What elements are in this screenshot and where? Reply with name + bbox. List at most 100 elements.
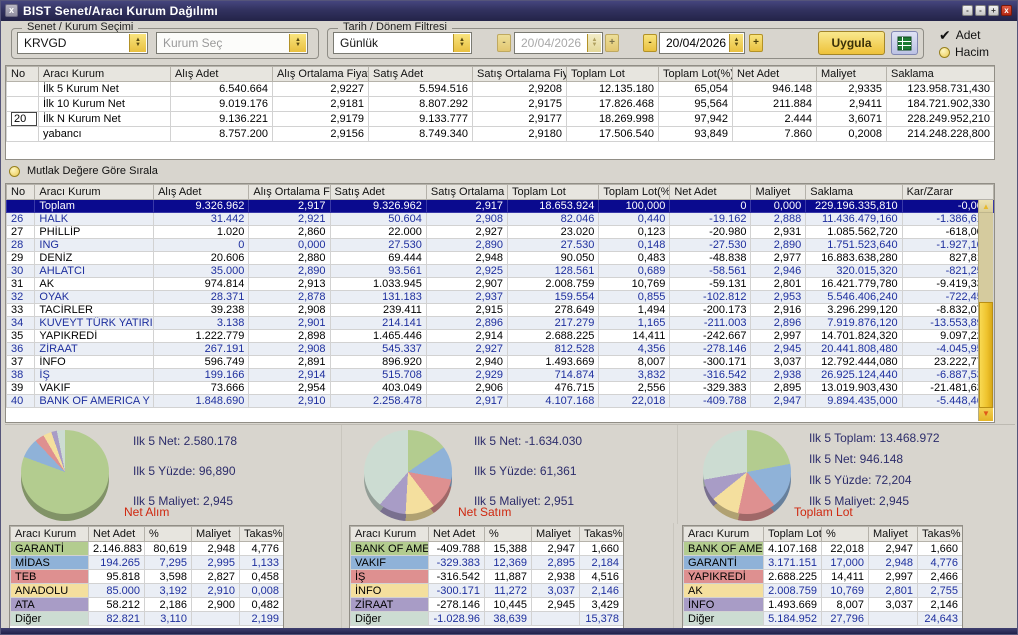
chevron-updown-icon[interactable]: ▲ ▼ (453, 34, 470, 52)
column-header[interactable]: Satış Adet (329, 184, 427, 200)
hacim-option[interactable]: Hacim (939, 45, 989, 59)
scroll-up-icon[interactable]: ▲ (979, 200, 993, 213)
column-header[interactable]: No (6, 66, 39, 82)
excel-export-button[interactable] (891, 31, 918, 55)
table-row[interactable]: 28 ING 0 0,000 27.530 2,890 27.530 0,148 -27.530… (6, 238, 994, 252)
cell (531, 611, 580, 626)
table-row[interactable]: yabancı 8.757.200 2,9156 8.749.340 2,9180 17.… (6, 126, 994, 142)
cell: 194.265 (88, 555, 145, 570)
period-select[interactable]: Günlük ▲ ▼ (333, 32, 472, 54)
cell: 37 (6, 355, 36, 369)
date-from-minus-button[interactable]: - (497, 34, 511, 52)
stock-select[interactable]: KRVGD ▲ ▼ (17, 32, 148, 54)
cell: yabancı (38, 126, 171, 142)
column-header[interactable]: Satış Ortalama Fi (425, 184, 509, 200)
restore-button[interactable]: - (975, 5, 986, 16)
cell: 39.238 (153, 303, 250, 317)
cell: 211.884 (732, 96, 817, 112)
cell: 2,908 (248, 342, 331, 356)
cell: İlk 5 Kurum Net (38, 81, 171, 97)
date-from-plus-button[interactable]: + (605, 34, 619, 52)
column-header[interactable]: Alış Adet (170, 66, 273, 82)
vertical-scrollbar[interactable]: ▲ ▼ (978, 200, 993, 421)
table-row[interactable]: 35 YAPIKREDİ 1.222.779 2,898 1.465.446 2,914 2… (6, 329, 994, 343)
column-header[interactable]: Net Adet (669, 184, 752, 200)
cell (868, 611, 918, 626)
minimize-button[interactable]: - (962, 5, 973, 16)
chevron-updown-icon[interactable]: ▲ ▼ (129, 34, 146, 52)
column-header[interactable]: Satış Adet (368, 66, 473, 82)
column-header[interactable]: Saklama (805, 184, 903, 200)
table-row: İŞ -316.542 11,887 2,938 4,516 (350, 569, 623, 584)
ilk-n-count-input[interactable] (11, 112, 37, 126)
spinner-icon[interactable]: ▲ ▼ (729, 34, 743, 52)
column-header[interactable]: Satış Ortalama Fiyat (472, 66, 567, 82)
table-row[interactable]: 36 ZİRAAT 267.191 2,908 545.337 2,927 812.528 4… (6, 342, 994, 356)
table-row[interactable]: İlk 10 Kurum Net 9.019.176 2,9181 8.807.292… (6, 96, 994, 112)
scrollbar-thumb[interactable] (979, 301, 993, 408)
adet-option[interactable]: ✔ Adet (939, 26, 980, 43)
column-header[interactable]: Toplam Lot(%) (658, 66, 733, 82)
close-button[interactable]: x (1001, 5, 1012, 16)
column-header[interactable]: Maliyet (816, 66, 887, 82)
table-row[interactable]: 29 DENİZ 20.606 2,880 69.444 2,948 90.050 0,483… (6, 251, 994, 265)
cell: 2,908 (425, 212, 509, 226)
apply-button[interactable]: Uygula (818, 31, 885, 55)
column-header[interactable]: Alış Adet (153, 184, 250, 200)
spinner-icon[interactable]: ▲ ▼ (587, 34, 601, 52)
table-row[interactable]: Toplam 9.326.962 2,917 9.326.962 2,917 18.653… (6, 199, 994, 213)
close-icon[interactable]: x (5, 4, 18, 17)
table-row[interactable]: 39 VAKIF 73.666 2,954 403.049 2,906 476.715 2,5… (6, 381, 994, 395)
cell: 29 (6, 251, 36, 265)
column-header[interactable]: Maliyet (750, 184, 807, 200)
chevron-updown-icon[interactable]: ▲ ▼ (289, 34, 306, 52)
table-row[interactable]: İlk N Kurum Net9.136.2212,91799.133.7772… (6, 111, 994, 127)
column-header[interactable]: Kar/Zarar (901, 184, 994, 200)
cell: 0,458 (239, 569, 283, 584)
date-to-plus-button[interactable]: + (749, 34, 763, 52)
table-row: Diğer 82.821 3,110 2,199 (10, 611, 283, 626)
table-row[interactable]: 31 AK 974.814 2,913 1.033.945 2,907 2.008.759 1… (6, 277, 994, 291)
column-header[interactable]: Toplam Lot (507, 184, 600, 200)
table-row[interactable]: 30 AHLATCI 35.000 2,890 93.561 2,925 128.561 0,… (6, 264, 994, 278)
cell: 0,2008 (816, 126, 887, 142)
table-row[interactable]: İlk 5 Kurum Net 6.540.664 2,9227 5.594.516 2… (6, 81, 994, 97)
date-to-minus-button[interactable]: - (643, 34, 657, 52)
cell: 1,133 (239, 555, 283, 570)
broker-select[interactable]: Kurum Seç ▲ ▼ (156, 32, 308, 54)
cell: 8,007 (598, 355, 671, 369)
column-header[interactable]: Aracı Kurum (34, 184, 155, 200)
column-header[interactable]: Net Adet (732, 66, 817, 82)
table-row[interactable]: 34 KUVEYT TÜRK YATIRI 3.138 2,901 214.141 2,8… (6, 316, 994, 330)
table-row[interactable]: 38 İŞ 199.166 2,914 515.708 2,929 714.874 3,832… (6, 368, 994, 382)
cell: 15,388 (484, 541, 532, 556)
date-to-field[interactable]: 20/04/2026 ▲ ▼ (659, 32, 745, 54)
column-header[interactable]: Toplam Lot(% (598, 184, 671, 200)
maximize-button[interactable]: + (988, 5, 999, 16)
sort-option[interactable]: Mutlak Değere Göre Sırala (9, 165, 158, 177)
title-bar[interactable]: x BIST Senet/Aracı Kurum Dağılımı - - + … (1, 1, 1017, 21)
scroll-down-icon[interactable]: ▼ (979, 408, 993, 421)
column-header[interactable]: Alış Ortalama Fiy (248, 184, 331, 200)
column-header[interactable]: Aracı Kurum (38, 66, 171, 82)
check-icon: ✔ (939, 26, 951, 43)
cell: 2,945 (531, 597, 580, 612)
table-row[interactable]: 37 İNFO 596.749 2,891 896.920 2,940 1.493.669 8… (6, 355, 994, 369)
cell: İNFO (34, 355, 155, 369)
table-row[interactable]: 26 HALK 31.442 2,921 50.604 2,908 82.046 0,440-… (6, 212, 994, 226)
column-header[interactable]: No (6, 184, 36, 200)
column-header[interactable]: Saklama (886, 66, 994, 82)
cell: 93,849 (658, 126, 733, 142)
table-row[interactable]: 27 PHİLLİP 1.020 2,860 22.000 2,927 23.020 0,12… (6, 225, 994, 239)
cell: -316.542 (428, 569, 485, 584)
table-row[interactable]: 32 OYAK 28.371 2,878 131.183 2,937 159.554 0,85… (6, 290, 994, 304)
table-row[interactable]: 33 TACİRLER 39.238 2,908 239.411 2,915 278.649… (6, 303, 994, 317)
date-from-field[interactable]: 20/04/2026 ▲ ▼ (514, 32, 603, 54)
column-header[interactable]: Toplam Lot (566, 66, 659, 82)
app-window: x BIST Senet/Aracı Kurum Dağılımı - - + … (0, 0, 1018, 635)
cell: 3,110 (144, 611, 192, 626)
column-header[interactable]: Alış Ortalama Fiyat (272, 66, 369, 82)
table-row[interactable]: 40 BANK OF AMERICA Y 1.848.690 2,910 2.258.4… (6, 394, 994, 408)
cell: 27,796 (821, 611, 869, 626)
cell: -316.542 (669, 368, 752, 382)
